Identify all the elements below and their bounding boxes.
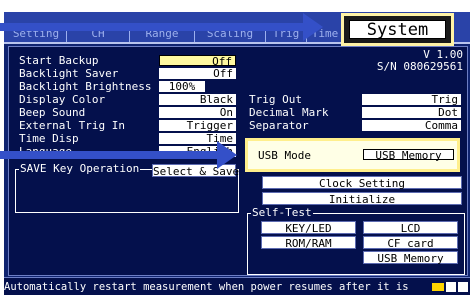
usb-icon — [458, 282, 468, 292]
beep-sound-label: Beep Sound — [19, 106, 86, 119]
external-trig-in-value[interactable]: Trigger — [159, 120, 236, 131]
time-disp-label: Time Disp — [19, 132, 79, 145]
status-bar: Automatically restart measurement when p… — [4, 277, 470, 295]
decimal-mark-value[interactable]: Dot — [362, 107, 461, 118]
system-tab-callout[interactable]: System — [341, 13, 454, 46]
usb-mode-value[interactable]: USB Memory — [363, 149, 454, 161]
system-tab-label: System — [349, 20, 446, 40]
separator-label: Separator — [249, 119, 309, 132]
status-text: Automatically restart measurement when p… — [4, 281, 409, 293]
status-icons — [432, 282, 468, 292]
serial-number: S/N 080629561 — [376, 60, 463, 73]
start-backup-value[interactable]: Off — [159, 55, 236, 67]
backlight-brightness-label: Backlight Brightness — [19, 80, 152, 93]
clock-setting-button[interactable]: Clock Setting — [262, 176, 462, 190]
trig-out-label: Trig Out — [249, 93, 302, 106]
start-backup-label: Start Backup — [19, 54, 99, 67]
backlight-saver-value[interactable]: Off — [159, 68, 236, 79]
cf-card-icon — [446, 282, 456, 292]
trig-out-value[interactable]: Trig — [362, 94, 461, 105]
lcd-test-button[interactable]: LCD — [363, 221, 458, 235]
display-color-label: Display Color — [19, 93, 106, 106]
key-led-test-button[interactable]: KEY/LED — [261, 221, 356, 235]
backlight-brightness-value[interactable]: 100% — [159, 81, 205, 92]
self-test-title: Self-Test — [251, 206, 313, 219]
backlight-saver-label: Backlight Saver — [19, 67, 119, 80]
cf-card-test-button[interactable]: CF card — [363, 236, 458, 250]
usb-mode-label: USB Mode — [258, 149, 311, 162]
display-color-value[interactable]: Black — [159, 94, 236, 105]
external-trig-in-label: External Trig In — [19, 119, 125, 132]
usb-memory-test-button[interactable]: USB Memory — [363, 251, 458, 265]
decimal-mark-label: Decimal Mark — [249, 106, 329, 119]
separator-value[interactable]: Comma — [362, 120, 461, 131]
rom-ram-test-button[interactable]: ROM/RAM — [261, 236, 356, 250]
usb-mode-callout: USB Mode USB Memory — [245, 138, 460, 172]
initialize-button[interactable]: Initialize — [262, 192, 462, 206]
beep-sound-value[interactable]: On — [159, 107, 236, 118]
save-key-title: SAVE Key Operation — [19, 162, 141, 175]
battery-icon — [432, 283, 444, 291]
